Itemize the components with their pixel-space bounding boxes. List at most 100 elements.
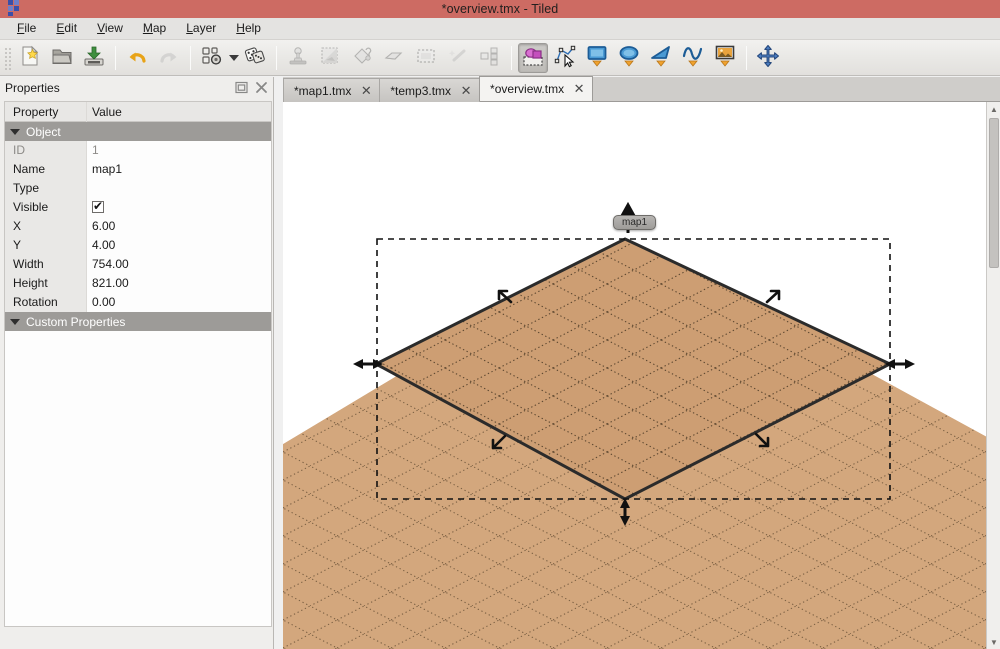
toolbar-grip[interactable] <box>3 45 12 70</box>
menu-map[interactable]: Map <box>133 19 176 38</box>
random-mode-button[interactable] <box>240 43 270 73</box>
menu-edit[interactable]: Edit <box>46 19 87 38</box>
canvas-vertical-scrollbar[interactable]: ▲ ▼ <box>986 102 1000 649</box>
insert-polygon-icon <box>649 43 673 72</box>
title-bar: *overview.tmx - Tiled <box>0 0 1000 18</box>
visible-checkbox[interactable] <box>92 199 104 213</box>
menu-help[interactable]: Help <box>226 19 271 38</box>
eraser-icon <box>382 44 406 71</box>
property-value-x[interactable]: 6.00 <box>87 217 271 236</box>
property-value-type[interactable] <box>87 179 271 198</box>
properties-horizontal-scrollbar[interactable] <box>4 633 272 647</box>
menu-view[interactable]: View <box>87 19 133 38</box>
scrollbar-thumb[interactable] <box>989 118 999 268</box>
close-icon[interactable]: ✕ <box>360 84 372 97</box>
toolbar-separator-2 <box>190 45 191 70</box>
eraser-button <box>379 43 409 73</box>
chevron-down-icon[interactable] <box>10 318 20 325</box>
group-row-object[interactable]: Object <box>5 122 271 141</box>
terrain-brush-button <box>315 43 345 73</box>
object-name-label[interactable]: map1 <box>613 215 657 230</box>
toolbar-separator-3 <box>276 45 277 70</box>
tab-label: *temp3.tmx <box>390 83 452 98</box>
properties-table[interactable]: Property Value Object ID 1 Name map1 Typ… <box>4 101 272 627</box>
tab-label: *map1.tmx <box>294 83 352 98</box>
save-button[interactable] <box>79 43 109 73</box>
column-header-property[interactable]: Property <box>5 102 87 122</box>
new-map-button[interactable] <box>15 43 45 73</box>
table-row[interactable]: Visible <box>5 198 271 217</box>
insert-tile-button[interactable] <box>710 43 740 73</box>
property-name-visible: Visible <box>5 198 87 217</box>
open-file-button[interactable] <box>47 43 77 73</box>
pan-button[interactable] <box>753 43 783 73</box>
tab-map1[interactable]: *map1.tmx ✕ <box>283 78 381 102</box>
table-row[interactable]: Height 821.00 <box>5 274 271 293</box>
magic-wand-icon <box>446 44 470 71</box>
menu-file[interactable]: File <box>7 19 46 38</box>
bucket-fill-icon <box>350 44 374 71</box>
close-icon[interactable]: ✕ <box>573 82 585 95</box>
undo-button[interactable] <box>122 43 152 73</box>
map-properties-button[interactable] <box>197 43 227 73</box>
toolbar-separator-4 <box>511 45 512 70</box>
map-canvas[interactable]: map1 <box>283 102 1000 649</box>
tiled-logo-icon <box>4 0 24 17</box>
property-name-id: ID <box>5 141 87 160</box>
redo-icon <box>157 44 181 71</box>
table-row[interactable]: Rotation 0.00 <box>5 293 271 312</box>
table-row[interactable]: Width 754.00 <box>5 255 271 274</box>
map-properties-icon <box>200 44 224 71</box>
pan-move-icon <box>756 44 780 71</box>
column-header-value[interactable]: Value <box>87 102 271 122</box>
undock-icon[interactable] <box>233 80 249 96</box>
chevron-down-icon[interactable] <box>10 128 20 135</box>
property-value-visible[interactable] <box>87 198 271 217</box>
document-tab-bar: *map1.tmx ✕ *temp3.tmx ✕ *overview.tmx ✕ <box>283 76 1000 102</box>
table-header-row: Property Value <box>5 102 271 122</box>
close-icon[interactable]: ✕ <box>460 84 472 97</box>
resize-handle-top-right[interactable] <box>765 289 781 304</box>
stamp-brush-button <box>283 43 313 73</box>
table-row[interactable]: Type <box>5 179 271 198</box>
rectangular-select-button <box>411 43 441 73</box>
table-row[interactable]: Name map1 <box>5 160 271 179</box>
property-value-id: 1 <box>92 143 99 157</box>
main-toolbar <box>0 40 1000 76</box>
table-row[interactable]: X 6.00 <box>5 217 271 236</box>
toolbar-separator-5 <box>746 45 747 70</box>
menu-bar: File Edit View Map Layer Help <box>0 18 1000 40</box>
insert-ellipse-button[interactable] <box>614 43 644 73</box>
toolbar-separator-1 <box>115 45 116 70</box>
edit-polygons-button[interactable] <box>550 43 580 73</box>
map-properties-dropdown-icon[interactable] <box>229 54 239 61</box>
property-value-name[interactable]: map1 <box>87 160 271 179</box>
tab-overview[interactable]: *overview.tmx ✕ <box>479 76 594 101</box>
insert-ellipse-icon <box>617 43 641 72</box>
group-row-custom-properties[interactable]: Custom Properties <box>5 312 271 331</box>
properties-dock: Properties Property Value Object ID 1 Na… <box>0 77 274 649</box>
scroll-up-arrow-icon[interactable]: ▲ <box>987 102 1000 116</box>
table-row[interactable]: Y 4.00 <box>5 236 271 255</box>
tab-temp3[interactable]: *temp3.tmx ✕ <box>379 78 481 102</box>
insert-polyline-button[interactable] <box>678 43 708 73</box>
property-value-height[interactable]: 821.00 <box>87 274 271 293</box>
insert-polygon-button[interactable] <box>646 43 676 73</box>
select-objects-button[interactable] <box>518 42 548 73</box>
group-label-object: Object <box>26 124 61 139</box>
property-value-y[interactable]: 4.00 <box>87 236 271 255</box>
property-value-width[interactable]: 754.00 <box>87 255 271 274</box>
save-icon <box>82 44 106 71</box>
property-value-rotation[interactable]: 0.00 <box>87 293 271 312</box>
scroll-down-arrow-icon[interactable]: ▼ <box>987 635 1000 649</box>
open-file-icon <box>50 44 74 71</box>
close-icon[interactable] <box>253 80 269 96</box>
menu-layer[interactable]: Layer <box>176 19 226 38</box>
property-name-rotation: Rotation <box>5 293 87 312</box>
properties-dock-title: Properties <box>5 80 60 95</box>
stamp-brush-icon <box>286 44 310 71</box>
resize-handle-left[interactable] <box>353 359 383 369</box>
insert-rectangle-button[interactable] <box>582 43 612 73</box>
insert-rectangle-icon <box>585 43 609 72</box>
table-row[interactable]: ID 1 <box>5 141 271 160</box>
